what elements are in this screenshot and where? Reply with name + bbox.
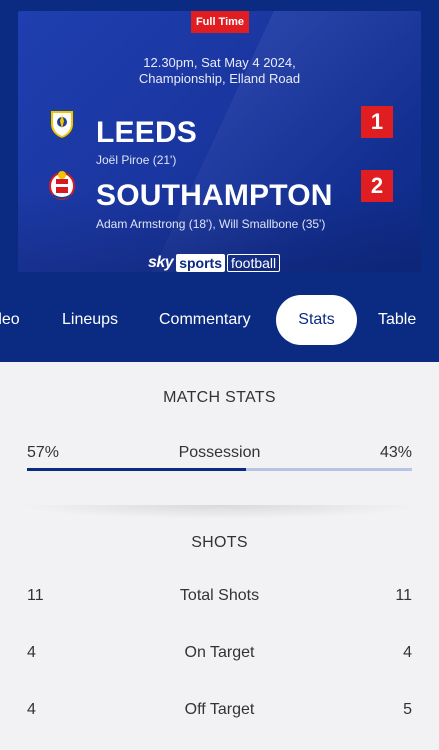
home-scorers: Joël Piroe (21'): [96, 153, 177, 167]
away-team-name: SOUTHAMPTON: [96, 179, 333, 212]
match-header: Full Time 12.30pm, Sat May 4 2024, Champ…: [0, 0, 439, 362]
stat-label: Off Target: [184, 701, 255, 718]
stat-away-value: 11: [395, 587, 412, 604]
stat-home-value: 4: [27, 701, 36, 718]
full-time-badge: Full Time: [191, 11, 249, 33]
stats-panel: MATCH STATS 57% Possession 43% SHOTS Tot…: [0, 362, 439, 750]
section-divider: [15, 505, 424, 519]
sky-sports-football-logo: sky sports football: [148, 253, 281, 272]
southampton-crest-icon: [49, 171, 75, 200]
stat-row-on-target: On Target 4 4: [0, 641, 439, 665]
kickoff-time: 12.30pm, Sat May 4 2024,: [143, 55, 296, 70]
tab-video[interactable]: Video: [0, 295, 20, 345]
home-score: 1: [361, 106, 393, 138]
possession-label: Possession: [178, 444, 261, 461]
scoreboard-card: Full Time 12.30pm, Sat May 4 2024, Champ…: [18, 11, 421, 272]
tab-commentary[interactable]: Commentary: [159, 295, 251, 345]
match-stats-title: MATCH STATS: [163, 389, 276, 406]
leeds-crest-icon: [49, 109, 75, 140]
stat-home-value: 11: [27, 587, 44, 604]
sky-logo-text: sky: [148, 254, 174, 271]
sports-logo-text: sports: [176, 254, 225, 272]
shots-title: SHOTS: [191, 534, 248, 551]
stat-away-value: 4: [403, 644, 412, 661]
stat-away-value: 5: [403, 701, 412, 718]
competition-venue: Championship, Elland Road: [138, 71, 301, 86]
stat-label: Total Shots: [179, 587, 260, 604]
stat-home-value: 4: [27, 644, 36, 661]
possession-bar-home-fill: [27, 468, 247, 471]
possession-bar: [27, 468, 412, 471]
away-possession: 43%: [379, 444, 412, 461]
stat-row-off-target: Off Target 4 5: [0, 698, 439, 722]
tab-lineups[interactable]: Lineups: [62, 295, 118, 345]
stat-row-total-shots: Total Shots 11 11: [0, 584, 439, 608]
away-score: 2: [361, 170, 393, 202]
tab-table[interactable]: Table: [378, 295, 416, 345]
football-logo-text: football: [227, 254, 281, 272]
home-team-name: LEEDS: [96, 116, 198, 149]
stat-label: On Target: [184, 644, 255, 661]
match-tabs: Video Lineups Commentary Stats Table: [0, 295, 439, 345]
tab-stats[interactable]: Stats: [276, 295, 357, 345]
away-scorers: Adam Armstrong (18'), Will Smallbone (35…: [96, 217, 326, 231]
